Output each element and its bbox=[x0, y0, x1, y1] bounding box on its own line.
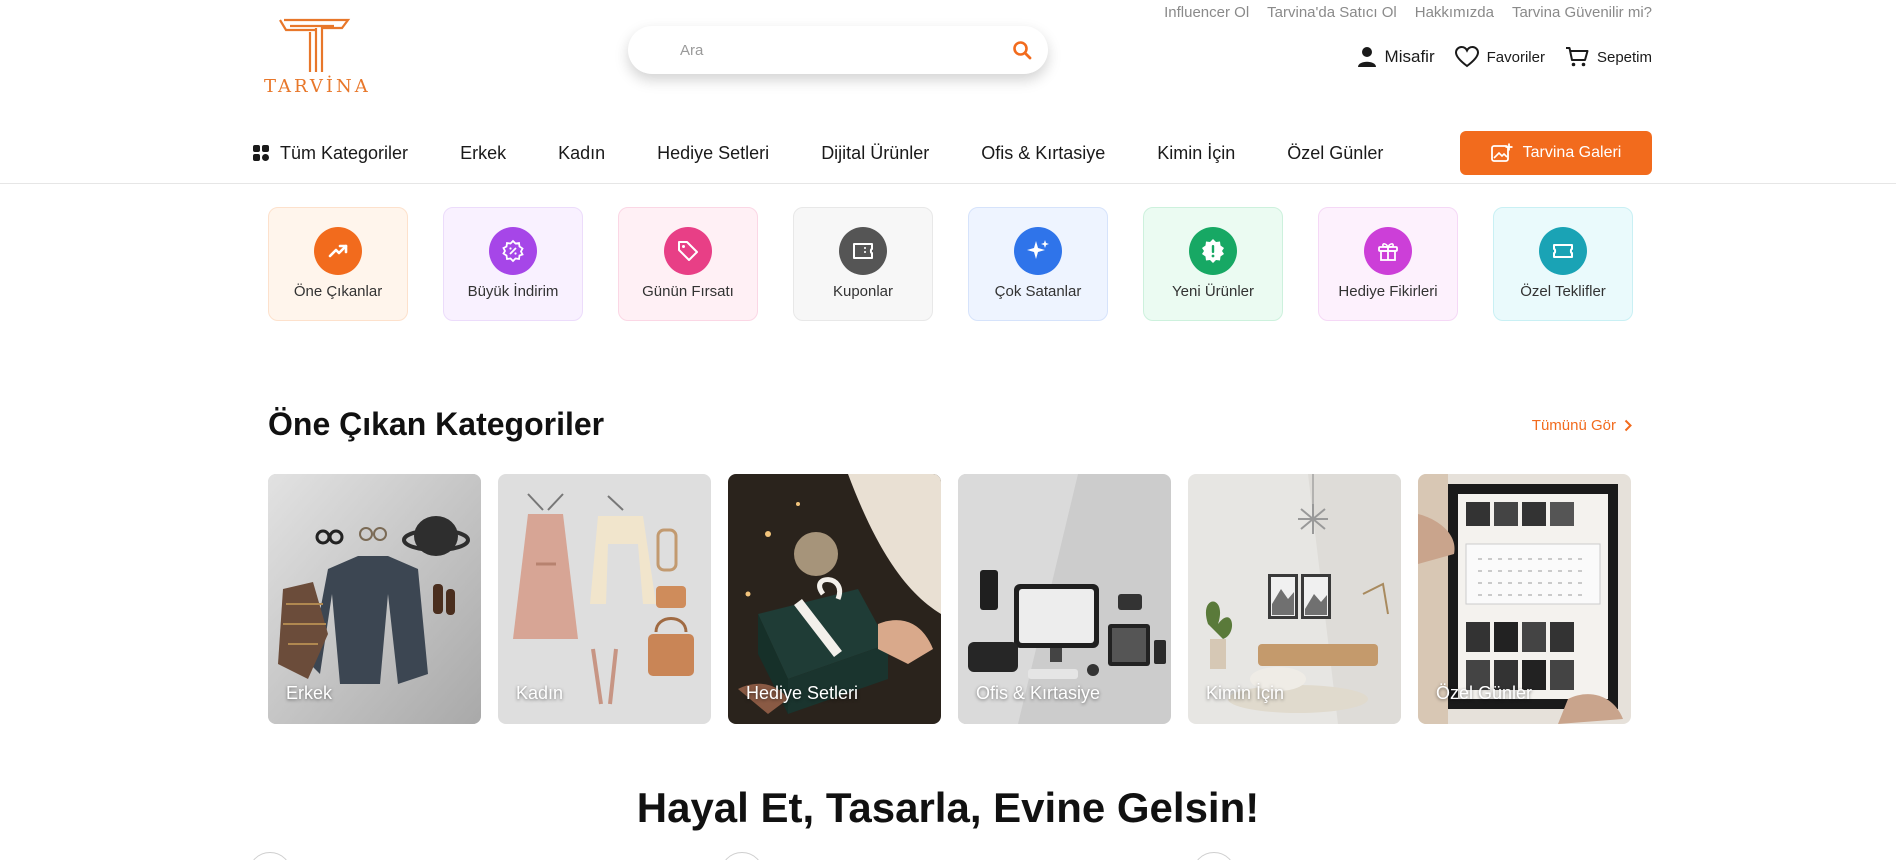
link-influencer[interactable]: Influencer Ol bbox=[1164, 4, 1249, 21]
category-label: Erkek bbox=[286, 683, 333, 703]
new-badge-icon bbox=[1189, 227, 1237, 275]
tarvina-gallery-label: Tarvina Galeri bbox=[1522, 144, 1622, 161]
nav-item-kadin[interactable]: Kadın bbox=[558, 143, 605, 164]
nav-item-ofis-kirtasiye[interactable]: Ofis & Kırtasiye bbox=[981, 143, 1105, 164]
nav-item-erkek[interactable]: Erkek bbox=[460, 143, 506, 164]
gift-icon bbox=[1364, 227, 1412, 275]
category-label: Özel Günler bbox=[1436, 683, 1533, 703]
category-card-hediye-setleri[interactable]: Hediye Setleri bbox=[728, 474, 941, 724]
tile-label: Özel Teklifler bbox=[1520, 283, 1606, 300]
link-trust[interactable]: Tarvina Güvenilir mi? bbox=[1512, 4, 1652, 21]
user-actions: Misafir Favoriler Sepetim bbox=[1357, 46, 1652, 68]
tile-label: Çok Satanlar bbox=[994, 283, 1082, 300]
tile-label: Yeni Ürünler bbox=[1172, 283, 1254, 300]
hero-step-2-icon bbox=[720, 852, 764, 860]
nav-all-categories-label: Tüm Kategoriler bbox=[280, 142, 409, 163]
tile-label: Günün Fırsatı bbox=[642, 283, 734, 300]
tarvina-gallery-button[interactable]: Tarvina Galeri bbox=[1460, 131, 1652, 175]
tile-kuponlar[interactable]: Kuponlar bbox=[793, 207, 933, 321]
brand-logo[interactable]: TARVİNA bbox=[264, 16, 371, 97]
tile-gunun-firsati[interactable]: Günün Fırsatı bbox=[618, 207, 758, 321]
tile-ozel-teklifler[interactable]: Özel Teklifler bbox=[1493, 207, 1633, 321]
chevron-right-icon bbox=[1624, 419, 1632, 432]
top-links: Influencer Ol Tarvina'da Satıcı Ol Hakkı… bbox=[1164, 4, 1652, 21]
hero-step-3-icon bbox=[1192, 852, 1236, 860]
quick-tiles: Öne Çıkanlar Büyük İndirim Günün Fırsatı… bbox=[268, 207, 1633, 321]
search-input[interactable] bbox=[680, 41, 980, 59]
featured-title: Öne Çıkan Kategoriler bbox=[268, 406, 605, 442]
grid-icon bbox=[253, 145, 269, 161]
category-label: Ofis & Kırtasiye bbox=[976, 683, 1101, 703]
trending-up-icon bbox=[314, 227, 362, 275]
category-card-kadin[interactable]: Kadın bbox=[498, 474, 711, 724]
nav-item-dijital-urunler[interactable]: Dijital Ürünler bbox=[821, 143, 929, 164]
nav-item-kimin-icin[interactable]: Kimin İçin bbox=[1157, 143, 1235, 164]
link-about[interactable]: Hakkımızda bbox=[1415, 4, 1494, 21]
category-label: Kadın bbox=[516, 683, 564, 703]
cart-label: Sepetim bbox=[1596, 48, 1652, 66]
tarvina-logo-icon bbox=[279, 18, 351, 72]
hero-step-1-icon bbox=[248, 852, 292, 860]
category-card-ozel-gunler[interactable]: Özel Günler bbox=[1418, 474, 1631, 724]
category-card-erkek[interactable]: Erkek bbox=[268, 474, 481, 724]
hero-title: Hayal Et, Tasarla, Evine Gelsin! bbox=[636, 784, 1260, 831]
nav-divider bbox=[0, 183, 1896, 184]
tile-one-cikanlar[interactable]: Öne Çıkanlar bbox=[268, 207, 408, 321]
main-nav: Tüm Kategoriler Erkek Kadın Hediye Setle… bbox=[252, 131, 1652, 175]
account-label: Misafir bbox=[1384, 47, 1435, 66]
gallery-add-icon bbox=[1490, 143, 1513, 162]
nav-item-hediye-setleri[interactable]: Hediye Setleri bbox=[657, 143, 769, 164]
see-all-link[interactable]: Tümünü Gör bbox=[1532, 417, 1632, 434]
tile-hediye-fikirleri[interactable]: Hediye Fikirleri bbox=[1318, 207, 1458, 321]
coupon-icon bbox=[839, 227, 887, 275]
sparkles-icon bbox=[1014, 227, 1062, 275]
user-icon bbox=[1357, 47, 1376, 67]
category-label: Kimin İçin bbox=[1206, 683, 1285, 703]
search-icon[interactable] bbox=[1012, 40, 1032, 60]
favorites-label: Favoriler bbox=[1486, 48, 1545, 66]
heart-icon bbox=[1454, 46, 1479, 68]
tag-icon bbox=[664, 227, 712, 275]
tile-label: Hediye Fikirleri bbox=[1338, 283, 1438, 300]
nav-item-ozel-gunler[interactable]: Özel Günler bbox=[1287, 143, 1383, 164]
link-become-seller[interactable]: Tarvina'da Satıcı Ol bbox=[1267, 4, 1397, 21]
cart-icon bbox=[1565, 47, 1589, 67]
nav-all-categories[interactable]: Tüm Kategoriler bbox=[252, 143, 408, 164]
account-button[interactable]: Misafir bbox=[1357, 46, 1435, 68]
discount-badge-icon bbox=[489, 227, 537, 275]
tile-cok-satanlar[interactable]: Çok Satanlar bbox=[968, 207, 1108, 321]
see-all-label: Tümünü Gör bbox=[1531, 417, 1616, 434]
favorites-button[interactable]: Favoriler bbox=[1454, 46, 1545, 68]
tile-label: Öne Çıkanlar bbox=[293, 283, 383, 300]
tile-buyuk-indirim[interactable]: Büyük İndirim bbox=[443, 207, 583, 321]
featured-categories: Erkek Kadın Hediye Setleri Ofis & Kırtas… bbox=[268, 474, 1631, 724]
brand-name: TARVİNA bbox=[264, 76, 371, 97]
tile-label: Büyük İndirim bbox=[467, 283, 559, 300]
tile-yeni-urunler[interactable]: Yeni Ürünler bbox=[1143, 207, 1283, 321]
category-card-kimin-icin[interactable]: Kimin İçin bbox=[1188, 474, 1401, 724]
tile-label: Kuponlar bbox=[832, 283, 894, 300]
search-bar bbox=[628, 26, 1048, 74]
ticket-icon bbox=[1539, 227, 1587, 275]
cart-button[interactable]: Sepetim bbox=[1565, 46, 1652, 68]
category-card-ofis-kirtasiye[interactable]: Ofis & Kırtasiye bbox=[958, 474, 1171, 724]
category-label: Hediye Setleri bbox=[746, 683, 859, 703]
